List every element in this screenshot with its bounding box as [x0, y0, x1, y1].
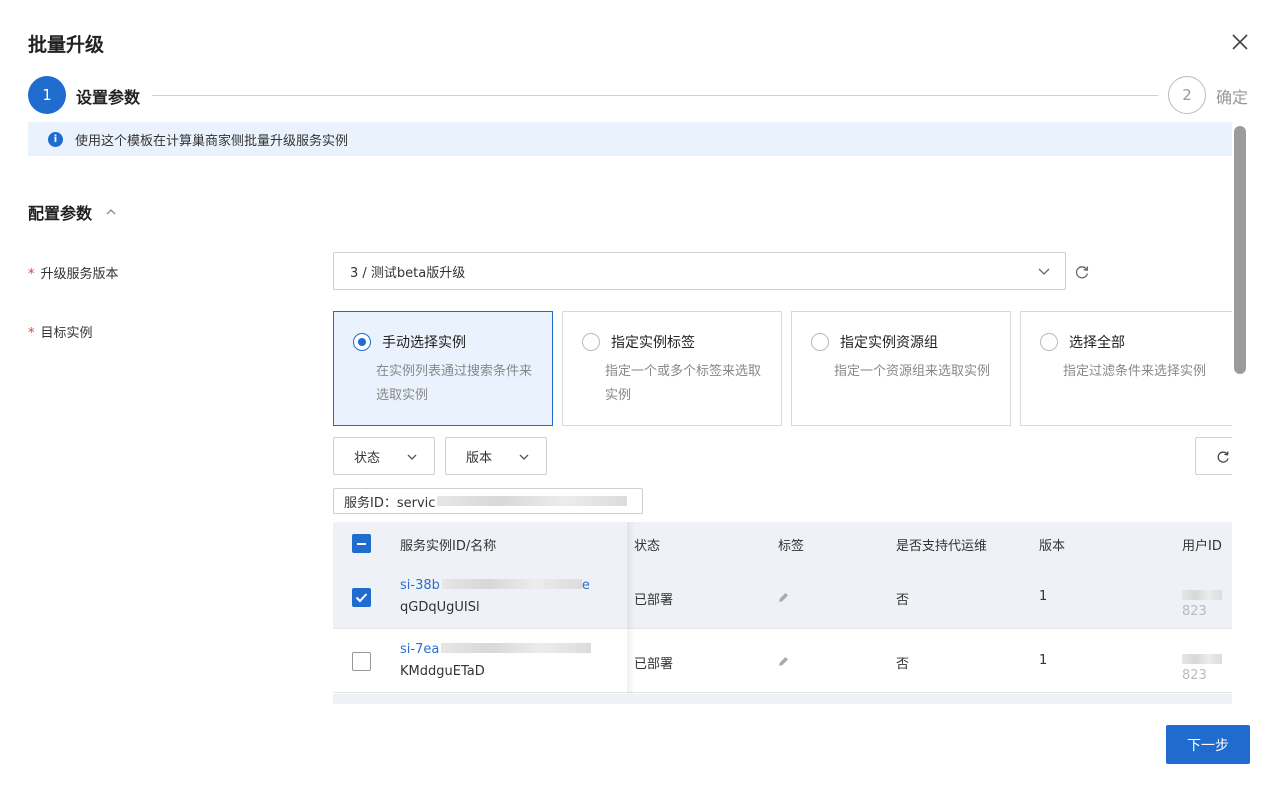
service-id-filter-chip[interactable]: 服务ID：servic [333, 488, 643, 514]
next-step-button[interactable]: 下一步 [1166, 725, 1250, 764]
section-title: 配置参数 [28, 204, 93, 223]
card-select-all[interactable]: 选择全部 指定过滤条件来选择实例 [1020, 311, 1232, 426]
target-label: * 目标实例 [28, 326, 93, 341]
dialog-title: 批量升级 [28, 34, 105, 56]
instance-name: qGDqUgUISl [400, 600, 480, 615]
vertical-scrollbar[interactable] [1234, 126, 1246, 374]
batch-upgrade-dialog: 批量升级 1 设置参数 2 确定 i 使用这个模板在计算巢商家侧批量升级服务实例… [0, 0, 1280, 786]
row-checkbox[interactable] [352, 588, 371, 607]
table-header: 服务实例ID/名称 状态 标签 是否支持代运维 版本 用户ID [333, 522, 1232, 566]
header-tags: 标签 [778, 539, 805, 554]
step-2-indicator: 2 [1168, 76, 1206, 114]
step-2-label: 确定 [1216, 88, 1249, 107]
header-user-id: 用户ID [1182, 539, 1222, 554]
version-filter-button[interactable]: 版本 [445, 437, 547, 475]
step-divider [152, 95, 1158, 96]
refresh-icon[interactable] [1074, 264, 1090, 280]
status-filter-button[interactable]: 状态 [333, 437, 435, 475]
card-resource-group-select[interactable]: 指定实例资源组 指定一个资源组来选取实例 [791, 311, 1011, 426]
instance-status: 已部署 [634, 593, 674, 608]
chevron-down-icon [518, 451, 530, 467]
version-value: 1 [1039, 653, 1048, 668]
chevron-down-icon [406, 451, 418, 467]
user-id: 823 [1182, 589, 1232, 619]
card-desc: 在实例列表通过搜索条件来选取实例 [376, 364, 533, 403]
sticky-column-shadow [627, 522, 635, 704]
table-refresh-button[interactable] [1195, 437, 1232, 475]
table-row[interactable]: si-38b e qGDqUgUISl 已部署 否 1 823 [333, 566, 1232, 629]
card-desc: 指定过滤条件来选择实例 [1063, 364, 1207, 379]
row-checkbox[interactable] [352, 652, 371, 671]
edit-tag-icon[interactable] [777, 655, 790, 672]
header-status: 状态 [634, 539, 661, 554]
select-all-checkbox[interactable] [352, 534, 371, 553]
radio-manual-select[interactable] [353, 333, 371, 351]
version-filter-label: 版本 [466, 450, 493, 466]
redacted-value [437, 496, 628, 506]
chevron-down-icon [1037, 264, 1051, 282]
instance-name: KMddguETaD [400, 664, 485, 679]
version-value: 1 [1039, 589, 1048, 604]
dialog-content: i 使用这个模板在计算巢商家侧批量升级服务实例 配置参数 * 升级服务版本 3 /… [0, 122, 1232, 704]
header-instance-id: 服务实例ID/名称 [400, 539, 497, 554]
instance-table: 服务实例ID/名称 状态 标签 是否支持代运维 版本 用户ID si-38b e … [333, 522, 1232, 704]
user-id: 823 [1182, 653, 1232, 683]
table-row[interactable]: si-7ea KMddguETaD 已部署 否 1 823 [333, 630, 1232, 693]
radio-select-all[interactable] [1040, 333, 1058, 351]
card-tag-select[interactable]: 指定实例标签 指定一个或多个标签来选取实例 [562, 311, 782, 426]
radio-resource-group-select[interactable] [811, 333, 829, 351]
step-1-indicator: 1 [28, 76, 66, 114]
card-title: 指定实例资源组 [840, 335, 938, 351]
info-banner: i 使用这个模板在计算巢商家侧批量升级服务实例 [28, 122, 1232, 156]
edit-tag-icon[interactable] [777, 591, 790, 608]
chevron-up-icon [106, 206, 116, 219]
managed-value: 否 [896, 657, 910, 672]
info-icon: i [48, 131, 63, 147]
managed-value: 否 [896, 593, 910, 608]
card-title: 选择全部 [1069, 335, 1125, 351]
card-desc: 指定一个资源组来选取实例 [834, 364, 991, 379]
close-icon[interactable] [1228, 30, 1252, 54]
version-select[interactable]: 3 / 测试beta版升级 [333, 252, 1066, 290]
version-label: * 升级服务版本 [28, 267, 119, 282]
card-desc: 指定一个或多个标签来选取实例 [605, 364, 762, 403]
section-toggle[interactable]: 配置参数 [28, 200, 116, 224]
instance-status: 已部署 [634, 657, 674, 672]
refresh-icon [1217, 451, 1229, 463]
step-1-label: 设置参数 [76, 88, 141, 107]
instance-id-link[interactable]: si-7ea [400, 642, 592, 657]
info-text: 使用这个模板在计算巢商家侧批量升级服务实例 [75, 133, 349, 149]
card-manual-select[interactable]: 手动选择实例 在实例列表通过搜索条件来选取实例 [333, 311, 553, 426]
header-managed: 是否支持代运维 [896, 539, 988, 554]
radio-tag-select[interactable] [582, 333, 600, 351]
version-select-value: 3 / 测试beta版升级 [350, 265, 466, 281]
instance-id-link[interactable]: si-38b e [400, 578, 590, 593]
card-title: 指定实例标签 [611, 335, 695, 351]
service-id-chip-label: 服务ID：servic [344, 495, 436, 511]
status-filter-label: 状态 [354, 450, 381, 466]
table-footer [333, 694, 1232, 704]
header-version: 版本 [1039, 539, 1066, 554]
card-title: 手动选择实例 [382, 335, 466, 351]
